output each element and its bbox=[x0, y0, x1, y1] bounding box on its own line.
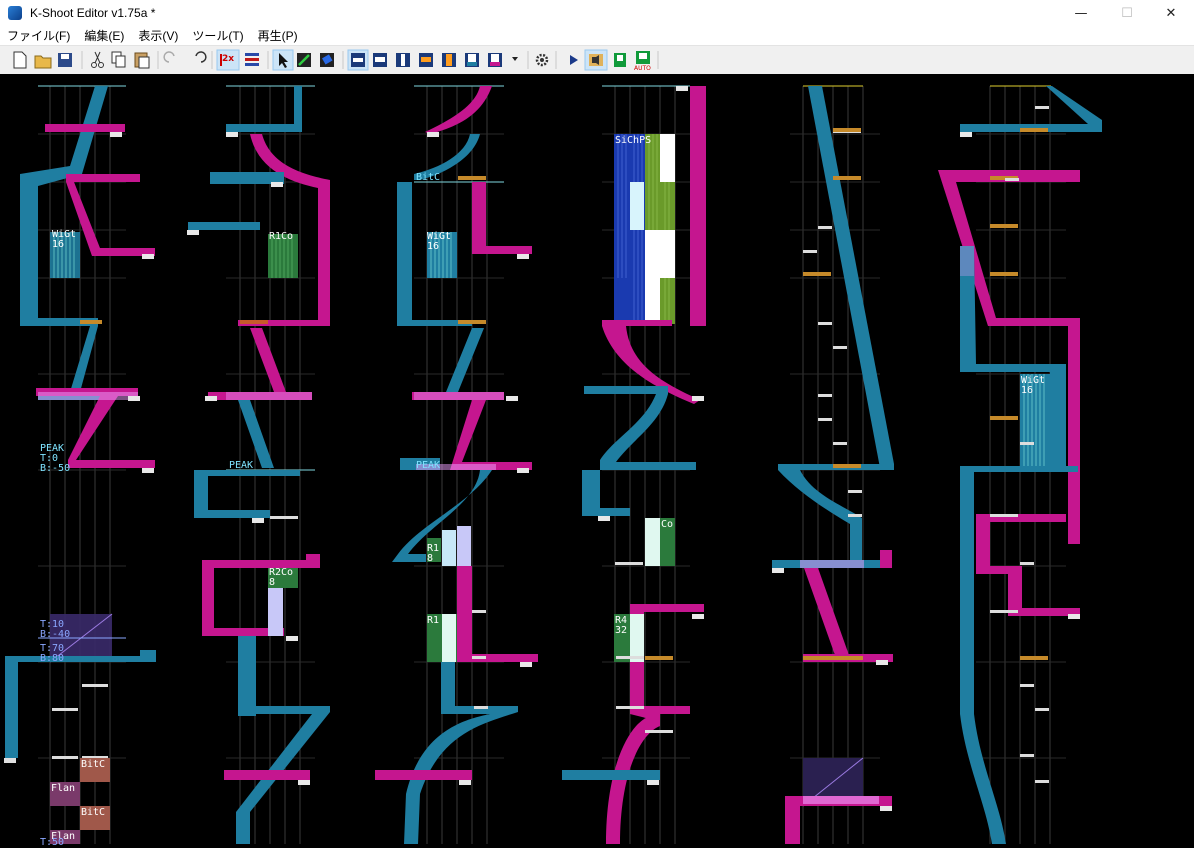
play-icon[interactable] bbox=[570, 55, 578, 65]
effect-label-r1: R1 bbox=[427, 615, 440, 626]
autoplay-icon[interactable] bbox=[636, 51, 650, 64]
copy-icon[interactable] bbox=[111, 51, 126, 68]
maximize-button[interactable]: ☐ bbox=[1104, 0, 1150, 26]
chart-editor-canvas[interactable]: WiGt 16 PEAK T:0 B:-50 T:10 B:-40 T:70 B… bbox=[0, 74, 1194, 848]
bt-note-icon[interactable] bbox=[351, 53, 365, 67]
effect-label-co: Co bbox=[661, 519, 674, 530]
fx-note-icon[interactable] bbox=[373, 53, 387, 67]
long-bt-icon[interactable] bbox=[396, 53, 410, 67]
new-file-icon[interactable] bbox=[13, 51, 27, 69]
menu-view[interactable]: 表示(V) bbox=[131, 27, 185, 44]
column-4 bbox=[562, 85, 706, 844]
column-2 bbox=[188, 85, 330, 844]
effect-label-r1co: R1Co bbox=[269, 231, 294, 242]
effect-label-flan-1: Flan bbox=[51, 783, 76, 794]
toolbar: 2x AUTO bbox=[0, 45, 1194, 75]
filter-label-1: T:10 B:-40 bbox=[40, 619, 71, 640]
filter-label-2: T:70 B:80 bbox=[40, 643, 65, 664]
menu-bar: ファイル(F) 編集(E) 表示(V) ツール(T) 再生(P) bbox=[0, 26, 1194, 45]
filter-label-3: T:50 bbox=[40, 837, 65, 848]
effect-label-sichps: SiChPS bbox=[615, 135, 652, 146]
save-icon[interactable] bbox=[58, 53, 72, 67]
effect-label-peak-1: PEAK T:0 B:-50 bbox=[40, 443, 71, 474]
undo-icon[interactable] bbox=[163, 51, 175, 63]
dropdown-icon[interactable] bbox=[512, 57, 518, 61]
effect-label-wigt-1: WiGt 16 bbox=[52, 229, 77, 250]
redo-icon[interactable] bbox=[195, 51, 207, 63]
column-6 bbox=[938, 85, 1102, 844]
toolbar-graphics bbox=[13, 49, 659, 71]
effect-label-bitc-3: BitC bbox=[416, 172, 441, 183]
effect-label-peak-2: PEAK bbox=[229, 460, 254, 471]
eraser-tool-icon[interactable] bbox=[320, 53, 334, 67]
laser-slam-icon[interactable] bbox=[488, 53, 502, 67]
effect-label-peak-3: PEAK bbox=[416, 460, 441, 471]
cut-icon[interactable] bbox=[91, 51, 104, 68]
draw-tool-icon[interactable] bbox=[297, 53, 311, 67]
effect-label-bitc-1: BitC bbox=[81, 759, 106, 770]
window-title: K-Shoot Editor v1.75a * bbox=[30, 6, 156, 20]
effect-label-bitc-2: BitC bbox=[81, 807, 106, 818]
play-sound-icon[interactable] bbox=[589, 54, 603, 66]
zoom-label: 2x bbox=[222, 54, 235, 64]
laser-right-icon[interactable] bbox=[465, 53, 479, 67]
column-5 bbox=[772, 85, 894, 844]
menu-tools[interactable]: ツール(T) bbox=[185, 27, 250, 44]
effect-label-r4-32: R4 32 bbox=[615, 615, 628, 636]
effect-label-wigt-2: WiGt 16 bbox=[427, 231, 452, 252]
menu-file[interactable]: ファイル(F) bbox=[0, 27, 77, 44]
menu-edit[interactable]: 編集(E) bbox=[77, 27, 131, 44]
play-autoplay-icon[interactable] bbox=[614, 53, 626, 67]
effect-label-r2co: R2Co 8 bbox=[269, 567, 294, 588]
effect-label-r1-8: R1 8 bbox=[427, 543, 440, 564]
chart-lanes-graphics bbox=[4, 85, 1102, 844]
paste-icon[interactable] bbox=[134, 52, 150, 69]
column-3 bbox=[375, 85, 538, 844]
minimize-button[interactable]: — bbox=[1058, 0, 1104, 26]
column-1 bbox=[4, 85, 156, 844]
app-logo-icon bbox=[8, 6, 22, 20]
menu-play[interactable]: 再生(P) bbox=[251, 27, 305, 44]
title-bar: K-Shoot Editor v1.75a * — ☐ ✕ bbox=[0, 0, 1194, 26]
bpm-tool-icon[interactable] bbox=[245, 53, 259, 66]
settings-gear-icon[interactable] bbox=[535, 53, 549, 67]
auto-label: AUTO bbox=[634, 65, 651, 72]
effect-label-wigt-3: WiGt 16 bbox=[1021, 375, 1046, 396]
close-button[interactable]: ✕ bbox=[1148, 0, 1194, 26]
laser-left-icon[interactable] bbox=[442, 53, 456, 67]
open-folder-icon[interactable] bbox=[34, 55, 52, 69]
long-fx-icon[interactable] bbox=[419, 53, 433, 67]
